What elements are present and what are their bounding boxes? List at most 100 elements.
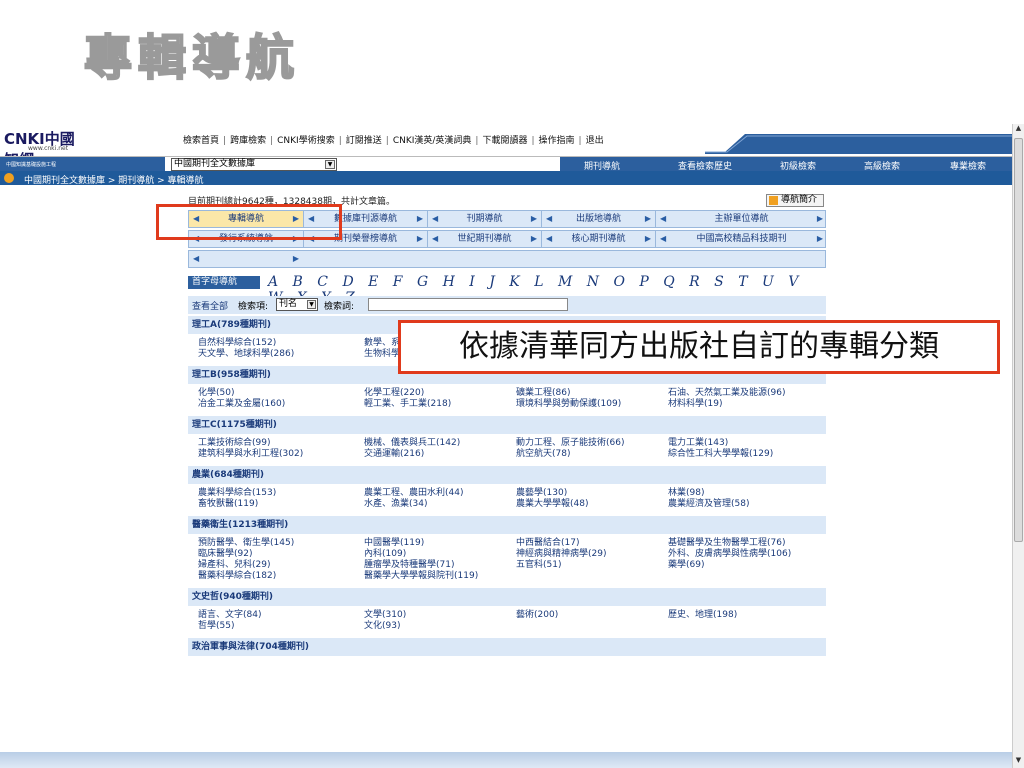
subcategory-link[interactable]: 農業經濟及管理(58) (668, 499, 749, 510)
subcategory-link[interactable]: 水產、漁業(34) (364, 499, 463, 510)
arrow-left-icon: ◀ (432, 234, 439, 243)
alphabet-nav-tab[interactable]: 首字母導航 (188, 276, 260, 289)
view-all-link[interactable]: 查看全部 (192, 299, 228, 312)
top-link[interactable]: 訂閱推送 (346, 136, 382, 146)
subcategory-link[interactable]: 動力工程、原子能技術(66) (516, 438, 624, 449)
subcategory-link[interactable]: 農藝學(130) (516, 488, 588, 499)
keyword-input[interactable] (368, 298, 568, 311)
link-separator: | (270, 136, 274, 146)
subcategory-link[interactable]: 農業科學綜合(153) (198, 488, 276, 499)
scroll-up-icon[interactable]: ▲ (1013, 124, 1024, 136)
nav-button-label: 中國高校精品科技期刊 (696, 234, 787, 244)
nav-button[interactable]: ◀ 世紀期刊導航 ▶ (427, 231, 541, 247)
scroll-thumb[interactable] (1014, 138, 1023, 542)
top-link[interactable]: 退出 (586, 136, 604, 146)
subcategory-link[interactable]: 文學(310) (364, 610, 406, 621)
callout-box: 依據清華同方出版社自訂的專輯分類 (398, 320, 1000, 374)
arrow-left-icon: ◀ (660, 214, 667, 223)
subcategory-link[interactable]: 哲學(55) (198, 621, 261, 632)
subcategory-link[interactable]: 天文學、地球科學(286) (198, 349, 294, 360)
subcategory-link[interactable]: 化學工程(220) (364, 388, 451, 399)
subcategory-column: 電力工業(143) 綜合性工科大學學報(129) (668, 438, 773, 460)
category-header[interactable]: 理工C(1175種期刊) (188, 416, 826, 434)
field-select[interactable]: 刊名 ▼ (276, 298, 318, 311)
subcategory-link[interactable]: 綜合性工科大學學報(129) (668, 449, 773, 460)
nav-button-label: 核心期刊導航 (571, 234, 626, 244)
subcategory-link[interactable]: 畜牧獸醫(119) (198, 499, 276, 510)
subcategory-block: 語言、文字(84) 哲學(55) 文學(310) 文化(93) 藝術(200) 歷史、地理… (188, 606, 826, 636)
search-tabs: 期刊導航 查看檢索歷史 初級檢索 高級檢索 專業檢索 (560, 157, 1012, 172)
subcategory-link[interactable]: 歷史、地理(198) (668, 610, 737, 621)
database-select[interactable]: 中國期刊全文數據庫 ▼ (171, 158, 337, 171)
subcategory-link[interactable]: 電力工業(143) (668, 438, 773, 449)
arrow-left-icon: ◀ (546, 214, 553, 223)
subcategory-column: 林業(98) 農業經濟及管理(58) (668, 488, 749, 510)
nav-button[interactable]: ◀ 刊期導航 ▶ (427, 211, 541, 227)
nav-intro-label: 導航簡介 (781, 195, 818, 205)
subcategory-link[interactable]: 工業技術綜合(99) (198, 438, 303, 449)
subcategory-link[interactable]: 語言、文字(84) (198, 610, 261, 621)
category-header[interactable]: 醫藥衛生(1213種期刊) (188, 516, 826, 534)
subcategory-link[interactable]: 醫藥科學綜合(182) (198, 571, 294, 582)
top-link[interactable]: 跨庫檢索 (230, 136, 266, 146)
subcategory-link[interactable]: 石油、天然氣工業及能源(96) (668, 388, 785, 399)
category-header[interactable]: 文史哲(940種期刊) (188, 588, 826, 606)
subcategory-link[interactable]: 機械、儀表與兵工(142) (364, 438, 460, 449)
nav-button-label: 數據庫刊源導航 (333, 214, 397, 224)
subcategory-link[interactable]: 農業工程、農田水利(44) (364, 488, 463, 499)
breadcrumb-icon (4, 173, 14, 183)
search-row: 查看全部 檢索項: 刊名 ▼ 檢索詞: (188, 296, 826, 314)
category-header[interactable]: 政治軍事與法律(704種期刊) (188, 638, 826, 656)
top-link[interactable]: 下載閱讀器 (482, 136, 527, 146)
breadcrumb-text[interactable]: 中國期刊全文數據庫 > 期刊導航 > 專輯導航 (24, 176, 204, 186)
subcategory-link[interactable]: 材料科學(19) (668, 399, 785, 410)
nav-button[interactable]: ◀ 出版地導航 ▶ (541, 211, 655, 227)
subcategory-link[interactable]: 環境科學與勞動保護(109) (516, 399, 621, 410)
subcategory-link[interactable]: 內科(109) (364, 549, 478, 560)
arrow-right-icon: ▶ (644, 234, 651, 243)
nav-empty-button[interactable]: ◀ ▶ (189, 251, 303, 267)
subcategory-link[interactable]: 化學(50) (198, 388, 285, 399)
subcategory-link[interactable]: 林業(98) (668, 488, 749, 499)
top-link[interactable]: 檢索首頁 (183, 136, 219, 146)
db-left-label: 中國知識基礎設施工程 (0, 157, 165, 172)
nav-intro-button[interactable]: 導航簡介 (766, 194, 824, 207)
top-link[interactable]: CNKI學術搜索 (277, 136, 335, 146)
subcategory-link[interactable]: 冶金工業及金屬(160) (198, 399, 285, 410)
subcategory-link[interactable]: 礦業工程(86) (516, 388, 621, 399)
subcategory-link[interactable]: 中國醫學(119) (364, 538, 478, 549)
subcategory-link[interactable]: 藥學(69) (668, 560, 791, 571)
subcategory-link[interactable]: 醫藥學大學學報與院刊(119) (364, 571, 478, 582)
nav-button[interactable]: ◀ 核心期刊導航 ▶ (541, 231, 655, 247)
scroll-down-icon[interactable]: ▼ (1013, 756, 1024, 768)
arrow-right-icon: ▶ (292, 254, 299, 263)
subcategory-link[interactable]: 交通運輸(216) (364, 449, 460, 460)
category-header[interactable]: 農業(684種期刊) (188, 466, 826, 484)
nav-button[interactable]: ◀ 中國高校精品科技期刊 ▶ (655, 231, 827, 247)
subcategory-link[interactable]: 農業大學學報(48) (516, 499, 588, 510)
subcategory-link[interactable]: 航空航天(78) (516, 449, 624, 460)
subcategory-block: 農業科學綜合(153) 畜牧獸醫(119) 農業工程、農田水利(44) 水產、漁業(3… (188, 484, 826, 514)
subcategory-link[interactable]: 文化(93) (364, 621, 406, 632)
subcategory-link[interactable]: 婦產科、兒科(29) (198, 560, 294, 571)
scrollbar[interactable]: ▲ ▼ (1012, 124, 1024, 768)
subcategory-link[interactable]: 五官科(51) (516, 560, 606, 571)
subcategory-column: 石油、天然氣工業及能源(96) 材料科學(19) (668, 388, 785, 410)
top-link[interactable]: CNKI漢英/英漢詞典 (393, 136, 472, 146)
subcategory-link[interactable]: 建筑科學與水利工程(302) (198, 449, 303, 460)
subcategory-link[interactable]: 臨床醫學(92) (198, 549, 294, 560)
subcategory-link[interactable]: 基礎醫學及生物醫學工程(76) (668, 538, 791, 549)
subcategory-link[interactable]: 神經病與精神病學(29) (516, 549, 606, 560)
nav-row-3: ◀ ▶ (188, 250, 826, 268)
subcategory-link[interactable]: 中西醫結合(17) (516, 538, 606, 549)
nav-button[interactable]: ◀ 主辦單位導航 ▶ (655, 211, 827, 227)
subcategory-link[interactable]: 外科、皮膚病學與性病學(106) (668, 549, 791, 560)
subcategory-link[interactable]: 腫瘤學及特種醫學(71) (364, 560, 478, 571)
subcategory-link[interactable]: 輕工業、手工業(218) (364, 399, 451, 410)
subcategory-link[interactable]: 藝術(200) (516, 610, 558, 621)
subcategory-link[interactable]: 預防醫學、衛生學(145) (198, 538, 294, 549)
cnki-logo[interactable]: CNKI中國知網 www.cnki.net (4, 128, 88, 169)
subcategory-link[interactable]: 自然科學綜合(152) (198, 338, 294, 349)
top-link[interactable]: 操作指南 (539, 136, 575, 146)
keyword-label: 檢索詞: (324, 302, 355, 312)
